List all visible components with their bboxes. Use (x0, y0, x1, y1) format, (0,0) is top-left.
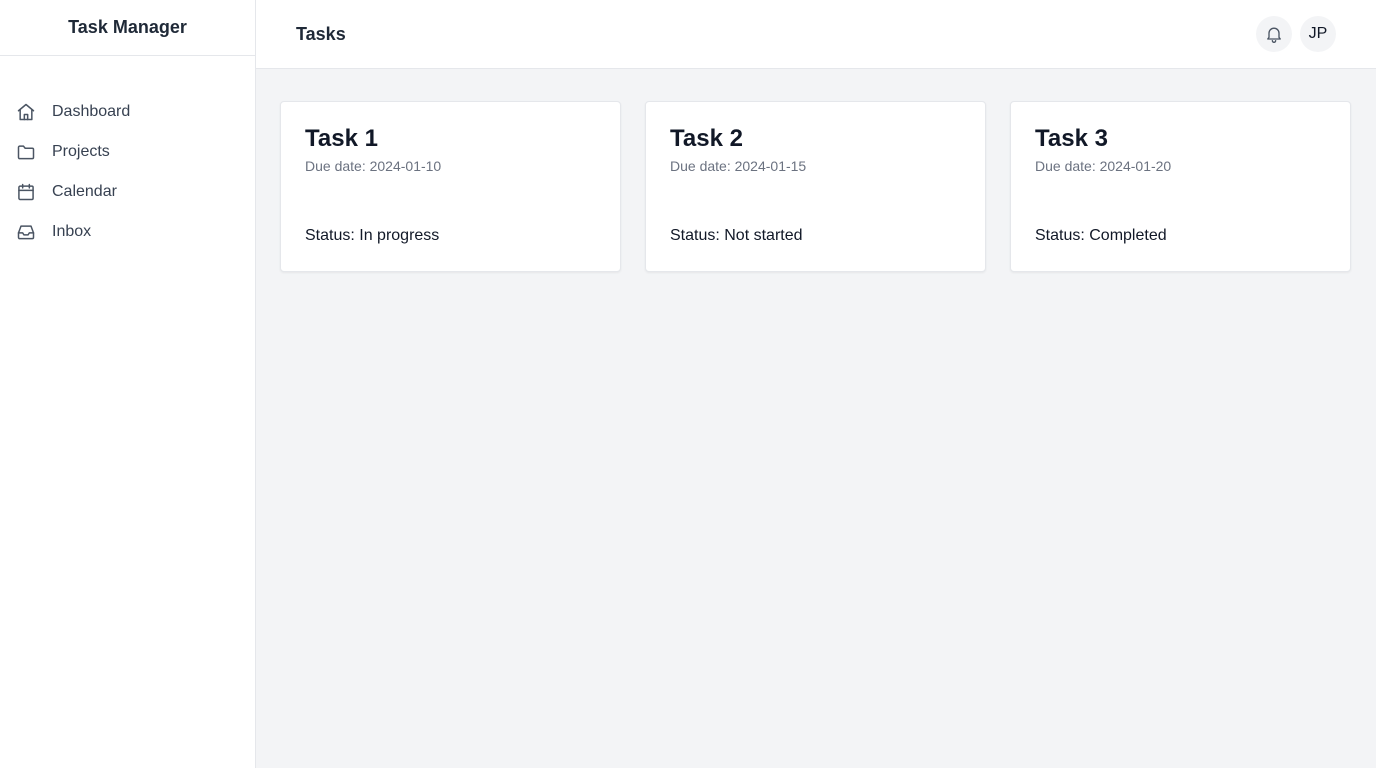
inbox-icon (16, 222, 36, 242)
sidebar-item-dashboard[interactable]: Dashboard (16, 92, 255, 132)
bell-icon (1264, 24, 1284, 44)
top-bar: Tasks JP (256, 0, 1376, 69)
sidebar-item-inbox[interactable]: Inbox (16, 212, 255, 252)
task-card[interactable]: Task 3 Due date: 2024-01-20 Status: Comp… (1010, 101, 1351, 272)
avatar[interactable]: JP (1300, 16, 1336, 52)
task-due-date: Due date: 2024-01-10 (305, 158, 442, 174)
task-card[interactable]: Task 1 Due date: 2024-01-10 Status: In p… (280, 101, 621, 272)
sidebar-item-calendar[interactable]: Calendar (16, 172, 255, 212)
sidebar-item-label: Inbox (52, 223, 92, 240)
notifications-button[interactable] (1256, 16, 1292, 52)
folder-icon (16, 142, 36, 162)
app-title: Task Manager (0, 0, 255, 56)
calendar-icon (16, 182, 36, 202)
task-status: Status: Completed (1035, 227, 1167, 244)
task-title: Task 1 (305, 125, 378, 152)
task-status: Status: In progress (305, 227, 440, 244)
sidebar: Task Manager Dashboard Projects Calendar… (0, 0, 256, 768)
task-status: Status: Not started (670, 227, 803, 244)
main-area: Tasks JP Task 1 Due date: 2024-01-10 Sta… (256, 0, 1376, 768)
task-list: Task 1 Due date: 2024-01-10 Status: In p… (256, 69, 1376, 296)
sidebar-item-label: Calendar (52, 183, 117, 200)
sidebar-item-label: Dashboard (52, 103, 131, 120)
app-root: Task Manager Dashboard Projects Calendar… (0, 0, 1376, 768)
task-due-date: Due date: 2024-01-20 (1035, 158, 1172, 174)
task-due-date: Due date: 2024-01-15 (670, 158, 807, 174)
top-actions: JP (1256, 16, 1336, 52)
home-icon (16, 102, 36, 122)
page-title: Tasks (296, 23, 346, 44)
task-title: Task 3 (1035, 125, 1108, 152)
task-title: Task 2 (670, 125, 743, 152)
sidebar-item-label: Projects (52, 143, 110, 160)
sidebar-nav: Dashboard Projects Calendar Inbox (0, 56, 255, 252)
task-card[interactable]: Task 2 Due date: 2024-01-15 Status: Not … (645, 101, 986, 272)
sidebar-item-projects[interactable]: Projects (16, 132, 255, 172)
